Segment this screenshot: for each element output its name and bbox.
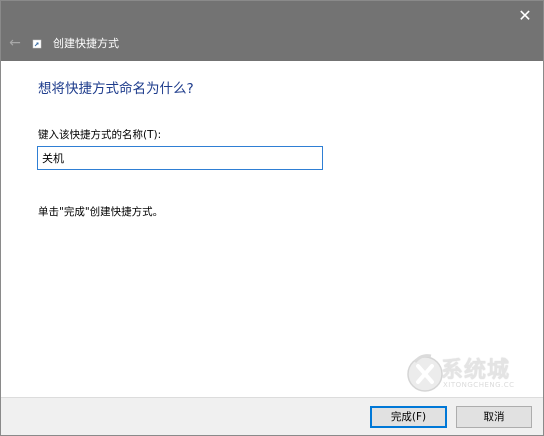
back-arrow-icon[interactable]: ← [7, 35, 23, 51]
cancel-button[interactable]: 取消 [456, 406, 532, 428]
title-bar: ✕ ← 创建快捷方式 [1, 1, 543, 61]
shortcut-name-label: 键入该快捷方式的名称(T): [38, 129, 162, 141]
finish-button[interactable]: 完成(F) [370, 406, 447, 428]
wizard-title: 创建快捷方式 [53, 37, 119, 50]
watermark-x-icon [407, 354, 443, 392]
watermark-text: 系统城 [441, 358, 511, 383]
watermark-logo: 系统城 XITONGCHENG.CC [405, 348, 537, 398]
close-button[interactable]: ✕ [511, 3, 539, 29]
instruction-text: 单击"完成"创建快捷方式。 [38, 206, 164, 218]
create-shortcut-window: ✕ ← 创建快捷方式 想将快捷方式命名为什么? 键入该快捷方式的名称(T): 单… [0, 0, 544, 436]
button-bar: 完成(F) 取消 [1, 397, 543, 435]
page-heading: 想将快捷方式命名为什么? [38, 81, 194, 97]
shortcut-name-input[interactable] [37, 146, 323, 170]
watermark-subtext: XITONGCHENG.CC [443, 381, 515, 389]
shortcut-wizard-icon [32, 39, 42, 49]
